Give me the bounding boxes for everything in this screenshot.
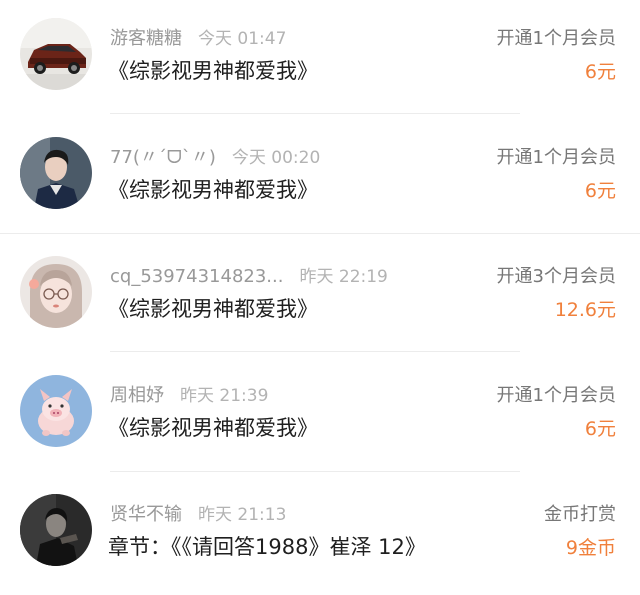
list-item[interactable]: 77(〃ˊᗜˋ〃) 今天 00:20 《综影视男神都爱我》 开通1个月会员 6元 <box>0 119 640 238</box>
dark-portrait-avatar-icon[interactable] <box>20 494 92 566</box>
amount-label: 6元 <box>584 418 616 440</box>
man-portrait-avatar-icon[interactable] <box>20 137 92 209</box>
username[interactable]: 贤华不输 <box>110 504 182 525</box>
action-label: 开通1个月会员 <box>496 147 616 168</box>
list-item[interactable]: cq_53974314823... 昨天 22:19 《综影视男神都爱我》 开通3… <box>0 238 640 357</box>
amount-label: 9金币 <box>565 537 616 559</box>
list-item[interactable]: 贤华不输 昨天 21:13 章节：《《请回答1988》崔泽 12》 金币打赏 9金… <box>0 476 640 595</box>
action-label: 开通3个月会员 <box>496 266 616 287</box>
username[interactable]: 周相妤 <box>110 385 164 406</box>
timestamp: 今天 01:47 <box>198 29 287 49</box>
username-line: 游客糖糖 今天 01:47 <box>110 27 286 51</box>
username[interactable]: 游客糖糖 <box>110 28 182 49</box>
pig-avatar-icon[interactable] <box>20 375 92 447</box>
amount-label: 6元 <box>584 180 616 202</box>
action-label: 开通1个月会员 <box>496 28 616 49</box>
username[interactable]: 77(〃ˊᗜˋ〃) <box>110 147 216 168</box>
amount-label: 6元 <box>584 61 616 83</box>
book-title: 《综影视男神都爱我》 <box>108 59 318 83</box>
divider <box>110 471 520 472</box>
divider <box>0 233 640 234</box>
book-title: 《综影视男神都爱我》 <box>108 297 318 321</box>
car-avatar-icon[interactable] <box>20 18 92 90</box>
username-line: 周相妤 昨天 21:39 <box>110 384 268 408</box>
book-title: 《综影视男神都爱我》 <box>108 178 318 202</box>
timestamp: 昨天 22:19 <box>299 267 388 287</box>
list-item[interactable]: 游客糖糖 今天 01:47 《综影视男神都爱我》 开通1个月会员 6元 <box>0 0 640 119</box>
username[interactable]: cq_53974314823... <box>110 266 283 287</box>
username-line: 77(〃ˊᗜˋ〃) 今天 00:20 <box>110 146 320 170</box>
list-item[interactable]: 周相妤 昨天 21:39 《综影视男神都爱我》 开通1个月会员 6元 <box>0 357 640 476</box>
timestamp: 昨天 21:39 <box>180 386 269 406</box>
divider <box>110 113 520 114</box>
username-line: 贤华不输 昨天 21:13 <box>110 503 286 527</box>
girl-glasses-avatar-icon[interactable] <box>20 256 92 328</box>
timestamp: 昨天 21:13 <box>198 505 287 525</box>
username-line: cq_53974314823... 昨天 22:19 <box>110 265 388 289</box>
chapter-title: 章节：《《请回答1988》崔泽 12》 <box>108 535 426 559</box>
amount-label: 12.6元 <box>554 299 616 321</box>
reward-record-list: 游客糖糖 今天 01:47 《综影视男神都爱我》 开通1个月会员 6元 77(〃ˊ… <box>0 0 640 587</box>
action-label: 金币打赏 <box>544 504 616 525</box>
divider <box>110 351 520 352</box>
book-title: 《综影视男神都爱我》 <box>108 416 318 440</box>
timestamp: 今天 00:20 <box>231 148 321 168</box>
action-label: 开通1个月会员 <box>496 385 616 406</box>
